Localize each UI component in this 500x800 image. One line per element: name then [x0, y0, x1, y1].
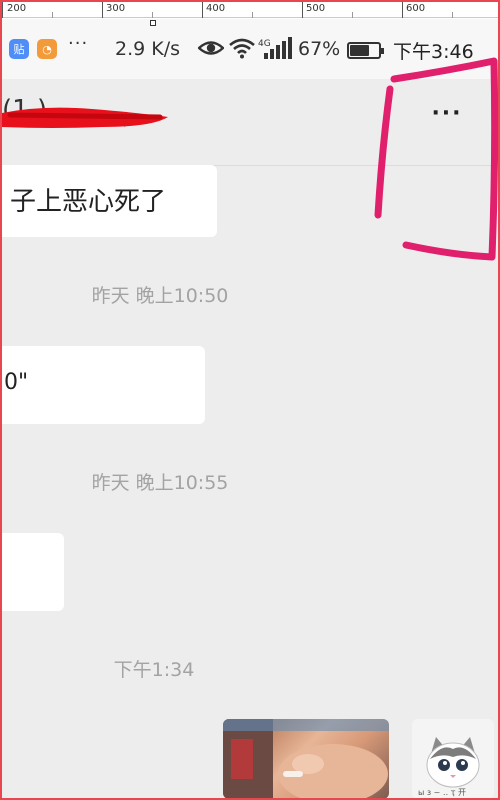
cat-sticker-message[interactable]: ы з ~ ‥ ҭ 开	[412, 719, 494, 798]
photo-message[interactable]	[223, 719, 389, 798]
network-type-label: 4G	[258, 39, 271, 49]
status-time: 下午3:46	[393, 41, 474, 63]
voice-message-bubble[interactable]: 0"	[2, 346, 205, 424]
battery-fill	[350, 45, 369, 56]
svg-text:ы з ~ ‥ ҭ 开: ы з ~ ‥ ҭ 开	[418, 788, 466, 797]
wifi-icon	[228, 37, 256, 63]
tieba-app-icon: 贴	[9, 39, 29, 59]
cellular-signal-icon: 4G	[258, 37, 294, 65]
more-options-button[interactable]: ···	[425, 101, 469, 137]
redaction-scribble	[2, 107, 168, 128]
message-timestamp: 昨天 晚上10:55	[91, 472, 229, 494]
eye-icon	[197, 37, 225, 63]
phone-screen: 贴 ◔ ··· 2.9 K/s 4G 67% 下午3:46 ··· 子上恶心死了…	[2, 19, 498, 798]
ruler-tick	[352, 12, 353, 18]
more-notifications-icon: ···	[68, 33, 89, 54]
ruler-tick	[2, 2, 3, 18]
ruler-handle[interactable]	[150, 20, 156, 26]
ruler-label: 600	[406, 3, 426, 14]
message-bubble[interactable]	[2, 533, 64, 611]
message-timestamp: 下午1:34	[113, 659, 195, 681]
ruler-tick	[452, 12, 453, 18]
ruler-tick	[202, 2, 203, 18]
message-timestamp: 昨天 晚上10:50	[91, 285, 229, 307]
message-bubble[interactable]: 子上恶心死了	[2, 165, 217, 237]
network-speed: 2.9 K/s	[115, 38, 181, 60]
battery-icon	[347, 42, 384, 59]
ruler-tick	[402, 2, 403, 18]
hand-photo-image	[223, 719, 389, 798]
status-bar: 贴 ◔ ··· 2.9 K/s 4G 67% 下午3:46	[2, 19, 498, 79]
chat-header: (1 ) ···	[2, 79, 498, 166]
uc-browser-app-icon: ◔	[37, 39, 57, 59]
ruler-tick	[302, 2, 303, 18]
ruler-label: 200	[7, 3, 27, 14]
ruler-label: 500	[306, 3, 326, 14]
ruler-label: 400	[206, 3, 226, 14]
ruler-tick	[102, 2, 103, 18]
ruler-label: 300	[106, 3, 126, 14]
ruler-tick	[252, 12, 253, 18]
battery-percent: 67%	[298, 38, 341, 60]
ruler: 200 300 400 500 600	[2, 2, 498, 18]
cat-image: ы з ~ ‥ ҭ 开	[412, 719, 494, 798]
ruler-tick	[52, 12, 53, 18]
ruler-tick	[152, 12, 153, 18]
